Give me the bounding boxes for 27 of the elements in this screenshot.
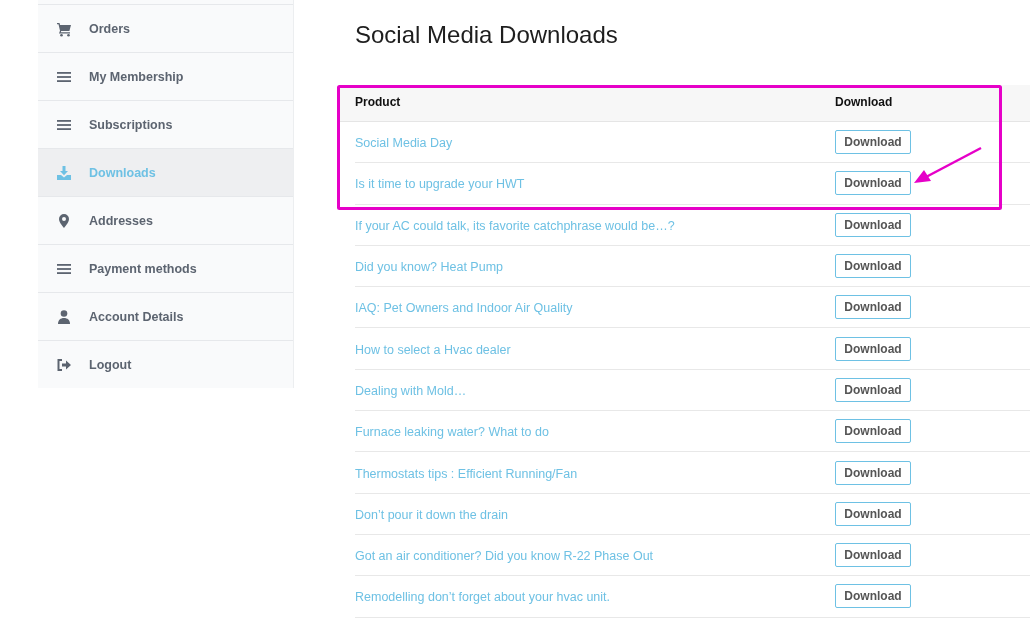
download-button[interactable]: Download	[835, 336, 911, 361]
user-icon	[56, 308, 72, 325]
logout-icon	[56, 356, 72, 373]
download-button[interactable]: Download	[835, 501, 911, 526]
download-button[interactable]: Download	[835, 130, 911, 155]
download-button[interactable]: Download	[835, 584, 911, 609]
location-pin-icon	[56, 212, 72, 229]
sidebar-item[interactable]: Account Details	[38, 292, 293, 340]
sidebar-item[interactable]: Addresses	[38, 196, 293, 244]
download-button[interactable]: Download	[835, 295, 911, 320]
sidebar-item[interactable]: My Membership	[38, 52, 293, 100]
sidebar-item[interactable]: Orders	[38, 4, 293, 52]
cart-icon	[56, 20, 72, 37]
download-button[interactable]: Download	[835, 419, 911, 444]
download-button[interactable]: Download	[835, 171, 911, 196]
page-title: Social Media Downloads	[355, 21, 619, 49]
column-header: Product	[355, 95, 402, 109]
download-button[interactable]: Download	[835, 460, 911, 485]
column-header: Download	[835, 95, 894, 109]
annotation-arrow	[914, 146, 982, 183]
download-icon	[56, 164, 72, 181]
sidebar-item[interactable]: Payment methods	[38, 244, 293, 292]
sidebar-item[interactable]: Logout	[38, 340, 293, 388]
download-button[interactable]: Download	[835, 254, 911, 279]
download-button[interactable]: Download	[835, 543, 911, 568]
download-button[interactable]: Download	[835, 212, 911, 237]
download-button[interactable]: Download	[835, 377, 911, 402]
